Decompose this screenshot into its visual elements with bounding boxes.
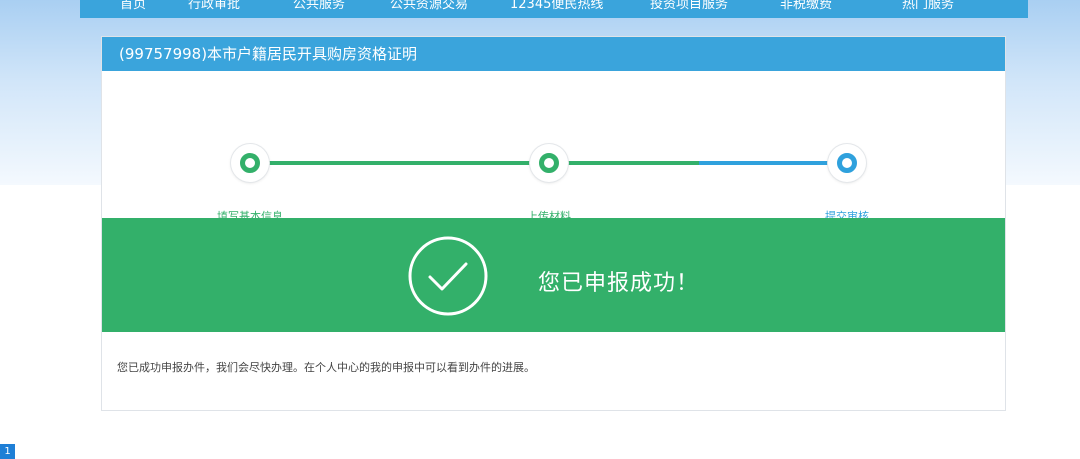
step-3-node [828,144,866,182]
application-panel: (99757998)本市户籍居民开具购房资格证明 填写基本信息 上传材料 提交审… [101,36,1006,411]
step-2-node [530,144,568,182]
success-description: 您已成功申报办件，我们会尽快办理。在个人中心的我的申报中可以看到办件的进展。 [117,361,535,374]
success-message: 您已申报成功！ [538,271,700,296]
step-2-dot-icon [539,153,559,173]
pager-current-page[interactable]: 1 [0,444,15,459]
nav-item-tax-fee[interactable]: 非税缴费 [780,0,832,12]
success-banner: 您已申报成功！ [102,218,1005,332]
progress-track-done [254,161,699,165]
check-circle-icon [408,236,488,316]
nav-item-resource-trade[interactable]: 公共资源交易 [390,0,468,12]
nav-item-popular[interactable]: 热门服务 [902,0,954,12]
nav-item-hotline[interactable]: 12345便民热线 [510,0,603,12]
panel-title: (99757998)本市户籍居民开具购房资格证明 [102,37,1005,71]
top-navigation: 首页 行政审批 公共服务 公共资源交易 12345便民热线 投资项目服务 非税缴… [80,0,1028,18]
progress-steps: 填写基本信息 上传材料 提交审核 [102,71,1005,223]
nav-item-home[interactable]: 首页 [120,0,146,12]
nav-item-investment[interactable]: 投资项目服务 [650,0,728,12]
nav-item-approval[interactable]: 行政审批 [188,0,240,12]
progress-track-current [699,161,847,165]
step-3-dot-icon [837,153,857,173]
nav-item-public-service[interactable]: 公共服务 [293,0,345,12]
step-1-node [231,144,269,182]
step-1-dot-icon [240,153,260,173]
